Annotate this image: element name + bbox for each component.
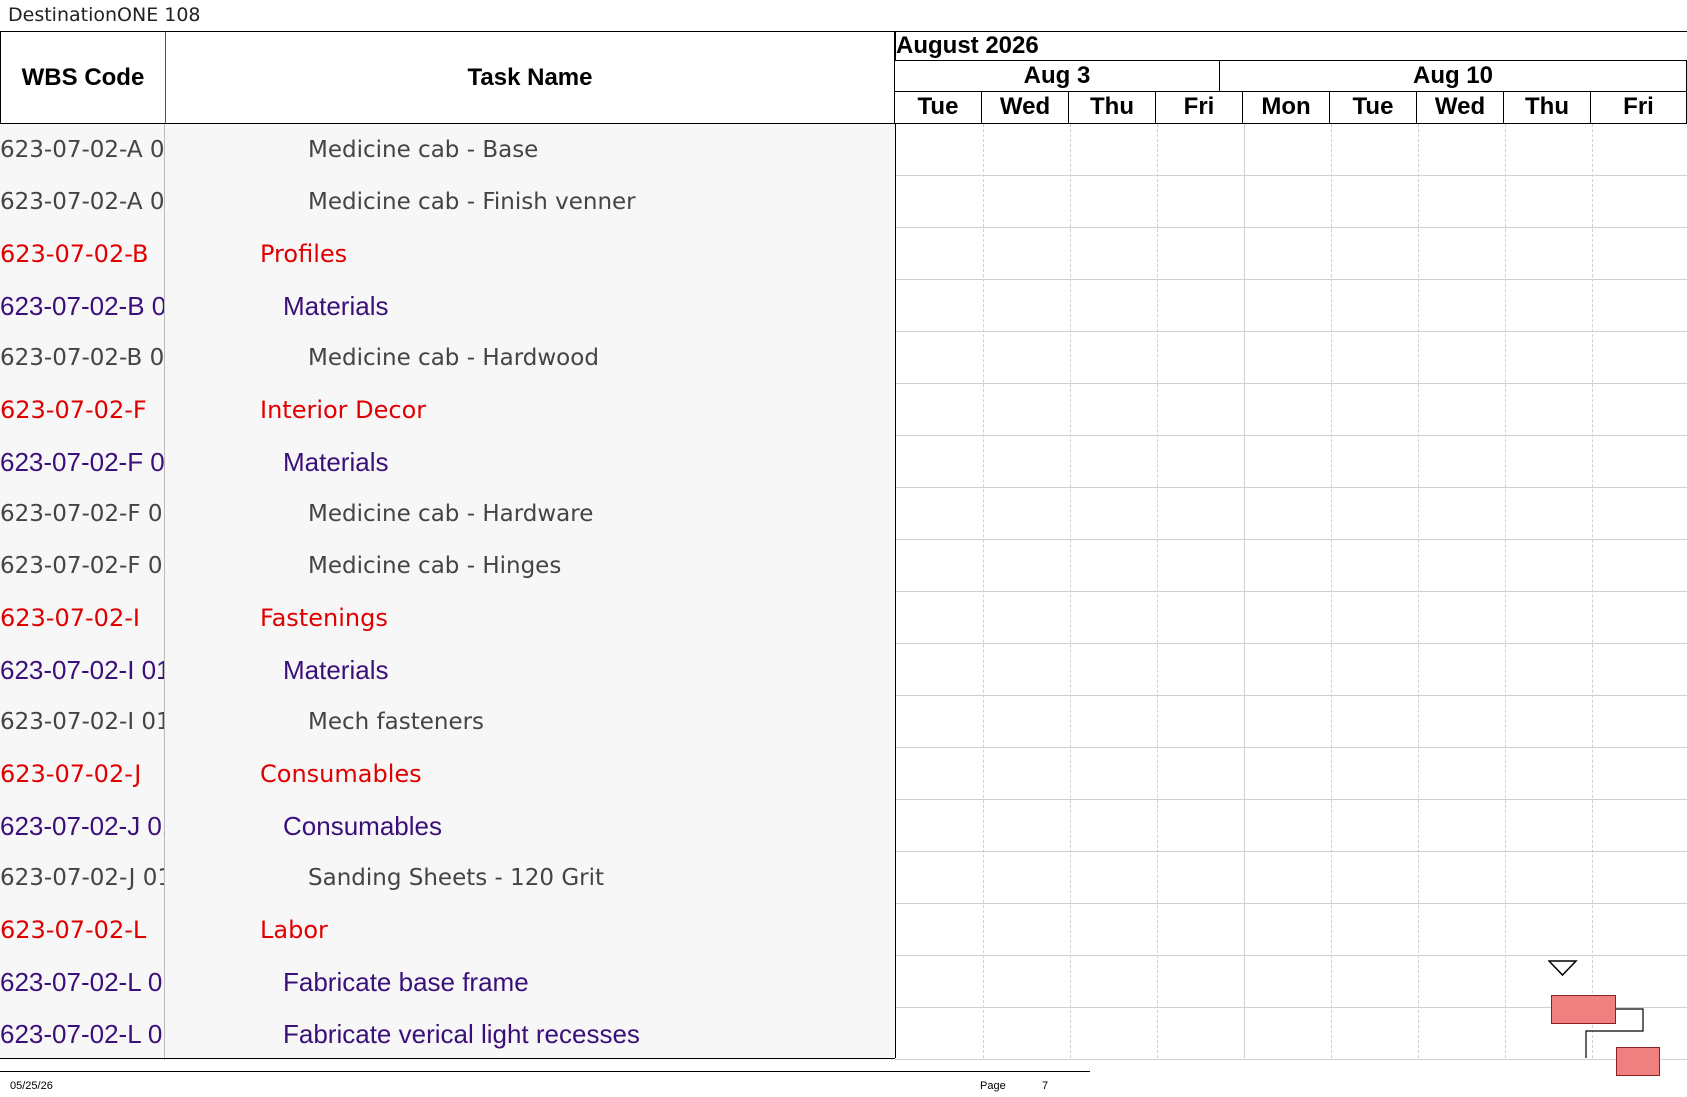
task-name-cell[interactable]: Interior Decor [165,384,895,436]
timescale-day: Wed [1417,92,1504,124]
task-name-cell[interactable]: Materials [165,436,895,488]
footer-page-label: Page [980,1080,1006,1092]
timescale-day: Thu [1069,92,1156,124]
task-name-cell[interactable]: Medicine cab - Base [165,124,895,176]
timescale-day: Fri [1591,92,1687,124]
table-bottom-border [0,1058,895,1059]
task-name-cell[interactable]: Fabricate verical light recesses [165,1008,895,1060]
timescale-day: Wed [982,92,1069,124]
footer-rule [0,1071,1090,1072]
timescale-day: Fri [1156,92,1243,124]
task-bar-fabricate-light-recesses[interactable] [1616,1047,1660,1076]
task-name-cell[interactable]: Medicine cab - Finish venner [165,176,895,228]
timescale-month: August 2026 [895,31,1687,61]
wbs-code-cell[interactable]: 623-07-02-L 01 [0,956,165,1008]
task-name-cell[interactable]: Labor [165,904,895,956]
task-name-cell[interactable]: Consumables [165,800,895,852]
wbs-code-cell[interactable]: 623-07-02-J [0,748,165,800]
timescale-day: Thu [1504,92,1591,124]
footer-date: 05/25/26 [10,1080,53,1092]
column-header-task[interactable]: Task Name [165,31,895,124]
wbs-code-cell[interactable]: 623-07-02-L [0,904,165,956]
wbs-code-cell[interactable]: 623-07-02-I 01 [0,696,165,748]
wbs-code-cell[interactable]: 623-07-02-F [0,384,165,436]
wbs-code-cell[interactable]: 623-07-02-A 01 [0,124,165,176]
footer-page-number: 7 [1042,1080,1049,1092]
wbs-code-cell[interactable]: 623-07-02-B 01 [0,332,165,384]
task-name-cell[interactable]: Materials [165,644,895,696]
task-name-cell[interactable]: Mech fasteners [165,696,895,748]
gantt-chart-area[interactable] [895,124,1687,1076]
dependency-links [1585,1008,1644,1058]
timescale-day: Tue [1330,92,1417,124]
timescale-week: Aug 10 [1220,61,1687,92]
timescale-day: Tue [895,92,982,124]
task-name-cell[interactable]: Fastenings [165,592,895,644]
wbs-code-cell[interactable]: 623-07-02-A 01 [0,176,165,228]
gantt-sheet: WBS Code Task Name August 2026 Aug 3 Aug… [0,31,1687,1076]
timescale-day: Mon [1243,92,1330,124]
task-name-cell[interactable]: Materials [165,280,895,332]
task-name-cell[interactable]: Profiles [165,228,895,280]
wbs-code-cell[interactable]: 623-07-02-I [0,592,165,644]
wbs-code-cell[interactable]: 623-07-02-F 01 [0,540,165,592]
task-name-cell[interactable]: Medicine cab - Hardware [165,488,895,540]
window-title: DestinationONE 108 [8,4,201,26]
wbs-code-cell[interactable]: 623-07-02-F 01 [0,436,165,488]
wbs-code-cell[interactable]: 623-07-02-B [0,228,165,280]
wbs-code-cell[interactable]: 623-07-02-B 01 [0,280,165,332]
wbs-code-cell[interactable]: 623-07-02-J 01 [0,800,165,852]
task-name-cell[interactable]: Sanding Sheets - 120 Grit [165,852,895,904]
task-name-cell[interactable]: Medicine cab - Hinges [165,540,895,592]
task-name-cell[interactable]: Fabricate base frame [165,956,895,1008]
wbs-code-cell[interactable]: 623-07-02-L 01 [0,1008,165,1060]
task-name-cell[interactable]: Medicine cab - Hardwood [165,332,895,384]
wbs-code-cell[interactable]: 623-07-02-J 01 [0,852,165,904]
task-name-cell[interactable]: Consumables [165,748,895,800]
column-header-wbs[interactable]: WBS Code [0,31,165,124]
wbs-code-cell[interactable]: 623-07-02-F 01 [0,488,165,540]
timescale-week: Aug 3 [895,61,1220,92]
wbs-code-cell[interactable]: 623-07-02-I 01 [0,644,165,696]
